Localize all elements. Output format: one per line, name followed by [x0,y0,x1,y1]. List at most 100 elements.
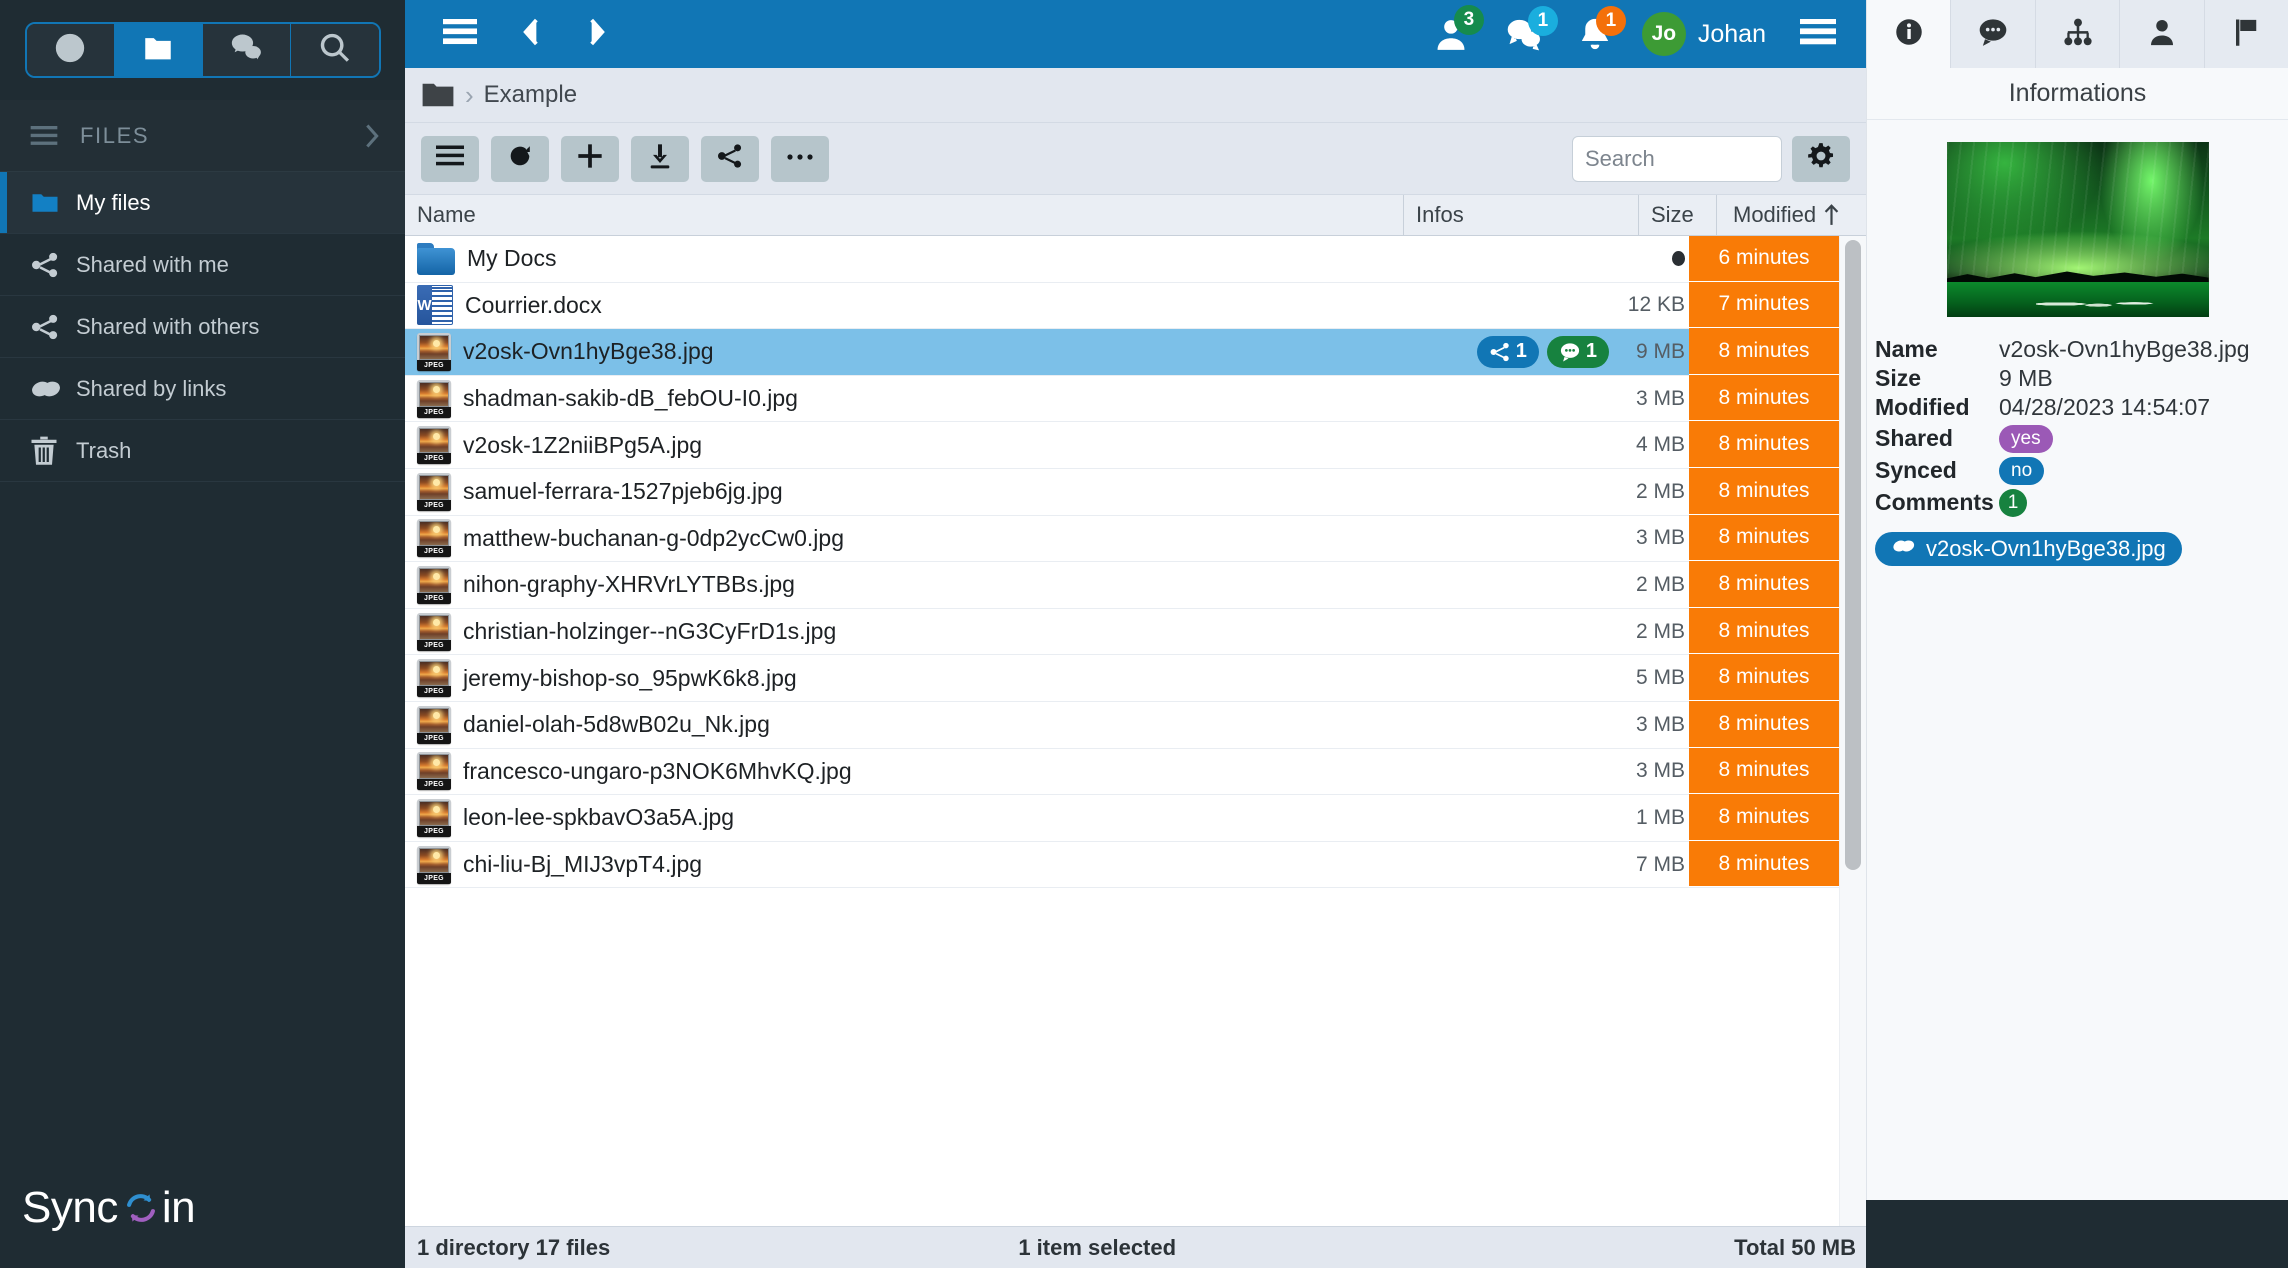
sidebar-item-label: My files [76,189,151,215]
table-row[interactable]: JPEG jeremy-bishop-so_95pwK6k8.jpg 5 MB 8 m… [405,654,1839,702]
sidebar-item-shared-with-me[interactable]: Shared with me [0,234,405,296]
table-row[interactable]: JPEG christian-holzinger--nG3CyFrD1s.jpg 2… [405,607,1839,656]
file-name-cell[interactable]: JPEG christian-holzinger--nG3CyFrD1s.jpg [405,609,1376,655]
table-row[interactable]: W Courrier.docx 12 KB 7 minutes [405,281,1839,330]
file-size: 3 MB [1635,759,1685,783]
column-header-modified[interactable]: Modified [1716,195,1866,235]
file-modified: 8 minutes [1718,478,1810,502]
file-name-cell[interactable]: JPEG samuel-ferrara-1527pjeb6jg.jpg [405,469,1376,515]
table-row[interactable]: JPEG v2osk-Ovn1hyBge38.jpg 1 1 9 MB 8 minutes [405,328,1839,376]
share-count-badge[interactable]: 1 [1476,335,1539,368]
file-name-cell[interactable]: W Courrier.docx [405,283,1376,329]
sidebar-item-shared-by-links[interactable]: Shared by links [0,358,405,420]
back-button[interactable] [511,12,551,57]
table-row[interactable]: JPEG francesco-ungaro-p3NOK6MhvKQ.jpg 3 MB… [405,747,1839,796]
table-row[interactable]: JPEG daniel-olah-5d8wB02u_Nk.jpg 3 MB 8 min… [405,700,1839,749]
file-name-cell[interactable]: JPEG v2osk-Ovn1hyBge38.jpg [405,329,1376,375]
app-tab-search[interactable] [290,24,379,76]
tab-flag[interactable] [2203,0,2288,68]
table-row[interactable]: JPEG leon-lee-spkbavO3a5A.jpg 1 MB 8 minute… [405,794,1839,842]
main-menu-button[interactable] [435,15,485,54]
breadcrumb-root-folder[interactable] [421,81,455,109]
table-row[interactable]: JPEG nihon-graphy-XHRVrLYTBBs.jpg 2 MB 8 mi… [405,561,1839,609]
view-options-button[interactable] [421,135,479,182]
file-name-cell[interactable]: JPEG daniel-olah-5d8wB02u_Nk.jpg [405,702,1376,748]
new-item-button[interactable] [561,135,619,182]
jpeg-image-icon: JPEG [417,752,451,791]
status-total-size: Total 50 MB [1734,1234,1856,1260]
file-modified-cell: 8 minutes [1689,794,1839,841]
file-name-cell[interactable]: My Docs [405,236,1376,282]
notifications-badge[interactable]: 1 [1574,6,1626,56]
table-row[interactable]: JPEG samuel-ferrara-1527pjeb6jg.jpg 2 MB 8 … [405,467,1839,516]
property-row: Modified 04/28/2023 14:54:07 [1867,393,2288,422]
download-button[interactable] [631,135,689,182]
search-input[interactable] [1572,135,1782,182]
tab-informations[interactable] [1867,0,1951,68]
file-list-body: My Docs 6 minutes W Courrier.docx 12 KB 7 min… [405,236,1866,1226]
table-row[interactable]: JPEG matthew-buchanan-g-0dp2ycCw0.jpg 3 MB… [405,514,1839,563]
forward-button[interactable] [577,12,617,57]
file-modified: 8 minutes [1718,758,1810,782]
app-tab-recent-activity[interactable] [26,24,115,76]
settings-button[interactable] [1792,135,1850,182]
tab-comments[interactable] [1950,0,2035,68]
file-list-scrollbar[interactable] [1839,236,1866,1226]
tab-shares[interactable] [2034,0,2120,68]
aurora-borealis-thumbnail [1946,142,2209,317]
table-row[interactable]: My Docs 6 minutes [405,236,1839,283]
file-name-cell[interactable]: JPEG nihon-graphy-XHRVrLYTBBs.jpg [405,562,1376,608]
user-menu[interactable]: Jo Johan [1641,12,1766,56]
file-name-cell[interactable]: JPEG jeremy-bishop-so_95pwK6k8.jpg [405,655,1376,701]
tab-owner[interactable] [2119,0,2204,68]
file-size-cell: 7 MB [1611,842,1689,888]
share-link-chip[interactable]: v2osk-Ovn1hyBge38.jpg [1875,532,2182,566]
file-size-cell: 3 MB [1611,749,1689,795]
chevron-right-icon [585,16,609,53]
file-name-cell[interactable]: JPEG matthew-buchanan-g-0dp2ycCw0.jpg [405,516,1376,562]
file-modified: 6 minutes [1718,245,1810,269]
users-badge[interactable]: 3 [1428,5,1484,57]
column-label: Size [1651,202,1694,227]
sidebar-item-my-files[interactable]: My files [0,172,405,234]
file-name-cell[interactable]: JPEG francesco-ungaro-p3NOK6MhvKQ.jpg [405,749,1376,795]
app-tab-files[interactable] [114,24,203,76]
main-area: 3 1 1 Jo Johan › Example Search Name Inf… [405,0,1866,1268]
sidebar-section-files[interactable]: FILES [0,100,405,172]
column-header-infos[interactable]: Infos [1403,195,1638,235]
table-row[interactable]: JPEG shadman-sakib-dB_febOU-I0.jpg 3 MB 8 m… [405,374,1839,423]
table-row[interactable]: JPEG chi-liu-Bj_MIJ3vpT4.jpg 7 MB 8 minutes [405,840,1839,889]
share-button[interactable] [701,135,759,182]
refresh-button[interactable] [491,135,549,182]
property-value: v2osk-Ovn1hyBge38.jpg [1999,336,2250,362]
file-name-cell[interactable]: JPEG v2osk-1Z2niiBPg5A.jpg [405,422,1376,468]
scrollbar-thumb[interactable] [1845,240,1861,870]
messages-badge[interactable]: 1 [1500,6,1558,56]
app-tab-comments[interactable] [202,24,291,76]
breadcrumb-current-folder[interactable]: Example [484,81,577,109]
comment-count-badge[interactable]: 1 [1546,335,1609,368]
file-infos-cell [1376,562,1611,608]
file-name-cell[interactable]: JPEG shadman-sakib-dB_febOU-I0.jpg [405,376,1376,422]
sidebar-item-shared-with-others[interactable]: Shared with others [0,296,405,358]
more-actions-button[interactable] [771,135,829,182]
table-row[interactable]: JPEG v2osk-1Z2niiBPg5A.jpg 4 MB 8 minutes [405,421,1839,469]
brand-logo: Sync in [0,1148,405,1268]
file-modified-cell: 8 minutes [1689,747,1839,795]
sidebar-item-trash[interactable]: Trash [0,420,405,482]
jpeg-image-icon: JPEG [417,379,451,418]
file-size-cell: 2 MB [1611,469,1689,515]
column-header-name[interactable]: Name [405,195,1403,235]
file-name-cell[interactable]: JPEG chi-liu-Bj_MIJ3vpT4.jpg [405,842,1376,888]
folder-icon [417,242,455,275]
file-preview[interactable] [1867,120,2288,333]
file-size: 4 MB [1635,433,1685,457]
file-name-cell[interactable]: JPEG leon-lee-spkbavO3a5A.jpg [405,795,1376,841]
breadcrumb: › Example [405,68,1866,122]
file-size-cell: 3 MB [1611,376,1689,422]
file-infos-cell [1376,842,1611,888]
right-panel-menu-button[interactable] [1792,15,1844,54]
column-header-size[interactable]: Size [1638,195,1716,235]
sync-refresh-icon [122,1189,160,1227]
flag-icon [2232,17,2260,52]
